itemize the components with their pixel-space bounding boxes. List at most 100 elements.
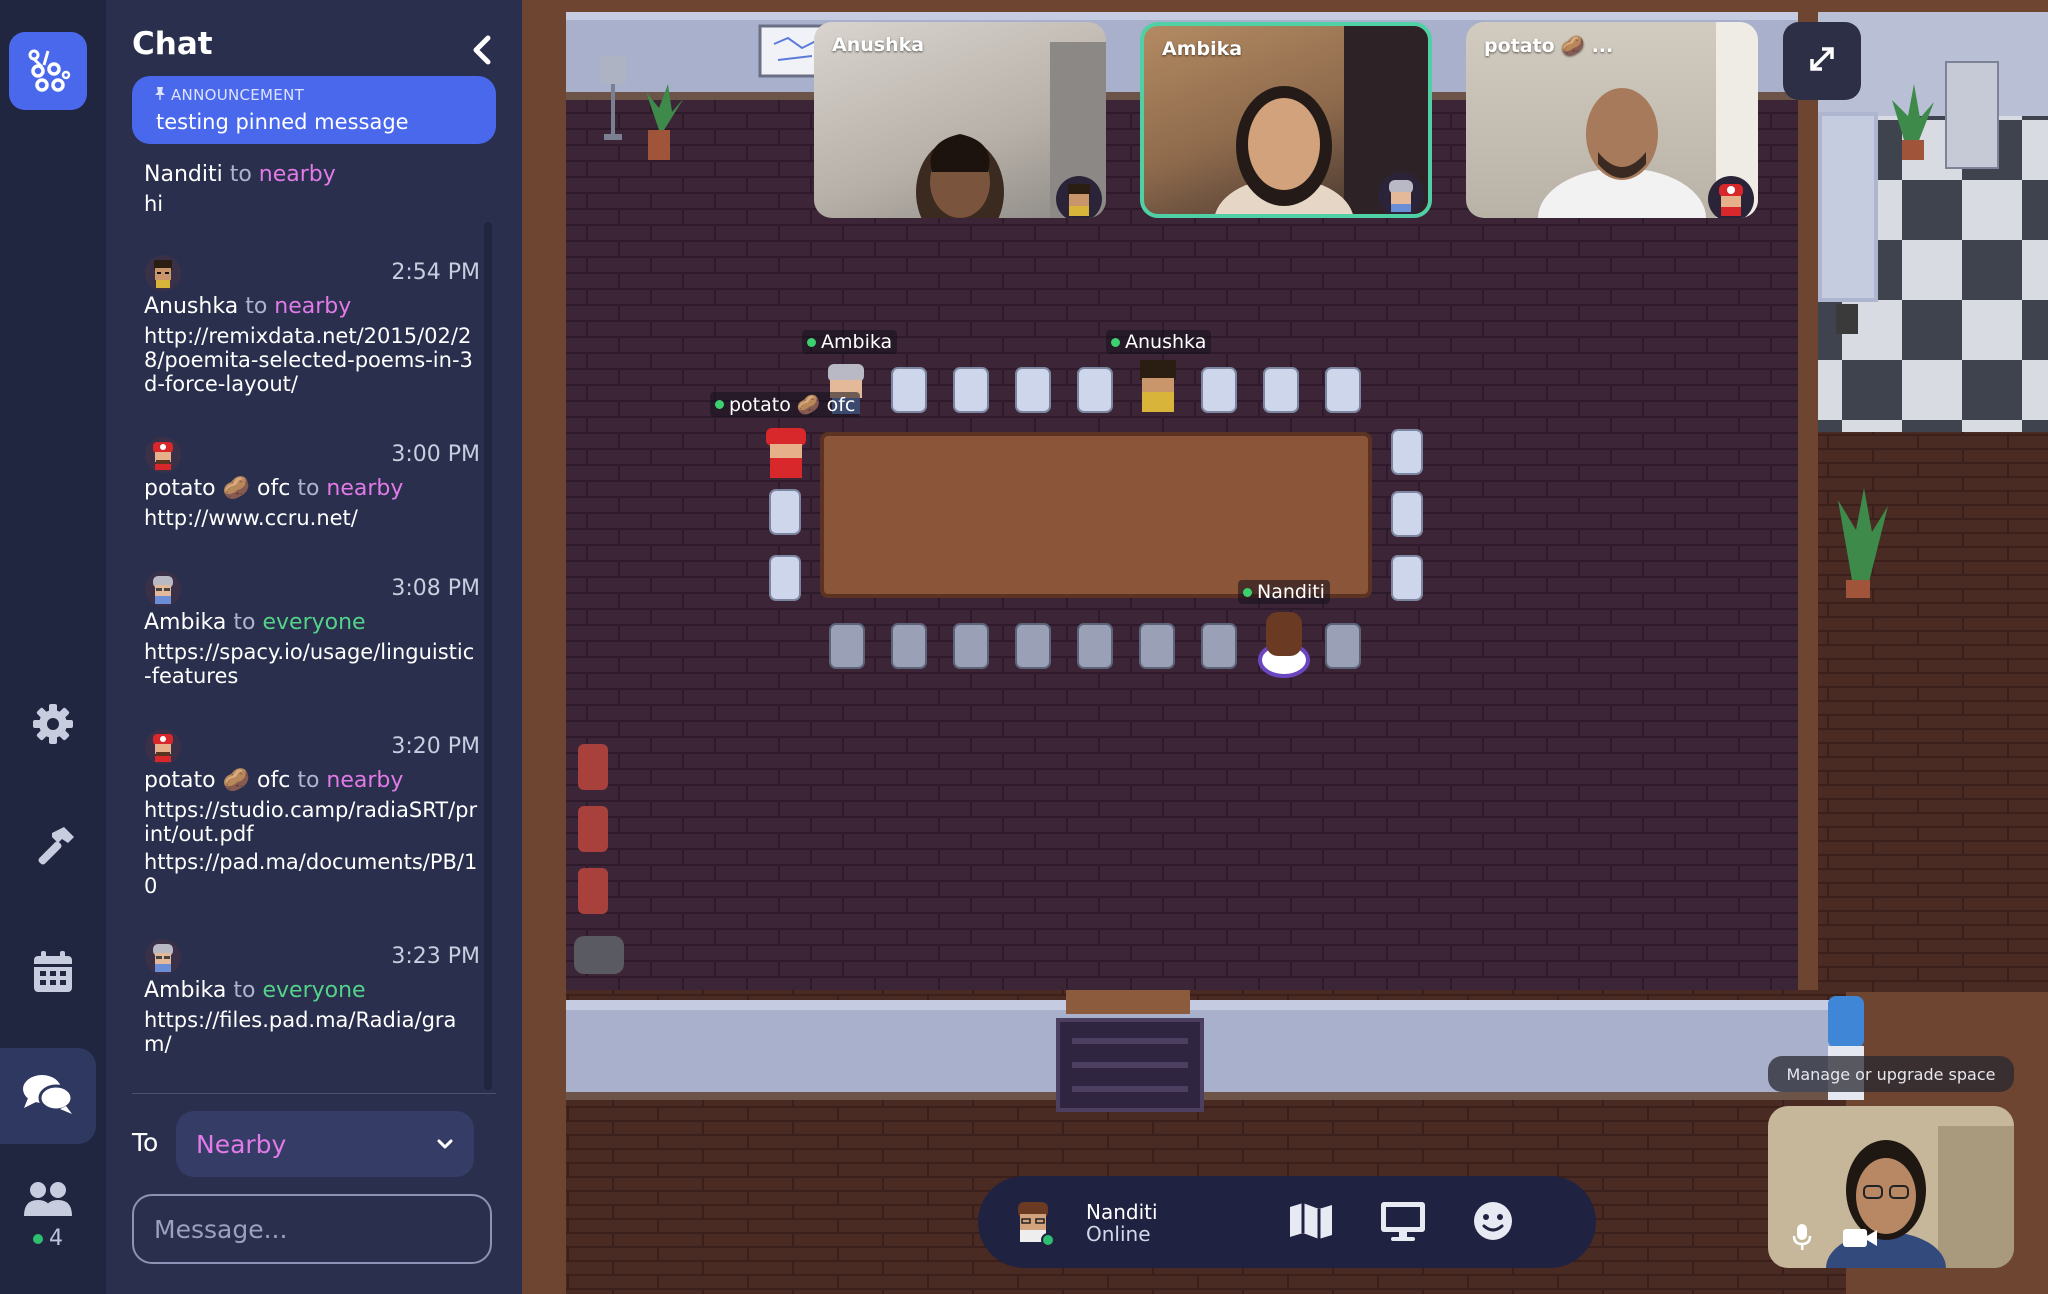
player-name: Anushka bbox=[1125, 331, 1207, 353]
message-sender-line: Ambika to everyone bbox=[144, 976, 480, 1006]
message-target: nearby bbox=[274, 294, 352, 319]
player-tag-potato[interactable]: potato 🥔 ofc bbox=[710, 392, 861, 417]
announcement-text: testing pinned message bbox=[156, 110, 409, 134]
announcement-label: ANNOUNCEMENT bbox=[154, 86, 304, 104]
player-tag-ambika[interactable]: Ambika bbox=[802, 330, 898, 354]
message-link[interactable]: http://remixdata.net/2015/02/28/poemita-… bbox=[144, 324, 480, 396]
player-name: Nanditi bbox=[1257, 581, 1325, 603]
message-sender-line: potato 🥔 ofc to nearby bbox=[144, 474, 480, 504]
message-time: 2:54 PM bbox=[391, 260, 480, 285]
avatar bbox=[144, 436, 182, 474]
message-sender: potato 🥔 ofc bbox=[144, 476, 291, 501]
avatar[interactable] bbox=[1012, 1200, 1055, 1247]
message-body: https://studio.camp/radiaSRT/print/out.p… bbox=[144, 798, 480, 898]
avatar bbox=[1378, 172, 1424, 214]
message-input[interactable] bbox=[132, 1194, 492, 1264]
message-body: http://www.ccru.net/ bbox=[144, 506, 480, 530]
game-view[interactable]: Ambika Anushka potato 🥔 ofc Nanditi Anus… bbox=[522, 0, 2048, 1294]
message-link[interactable]: https://studio.camp/radiaSRT/print/out.p… bbox=[144, 798, 480, 846]
map-button[interactable] bbox=[1286, 1198, 1336, 1248]
message-body: http://remixdata.net/2015/02/28/poemita-… bbox=[144, 324, 480, 396]
build-tools-button[interactable] bbox=[0, 822, 106, 878]
chevron-down-icon bbox=[434, 1133, 456, 1159]
message-link[interactable]: http://www.ccru.net/ bbox=[144, 506, 480, 530]
message-link[interactable]: https://pad.ma/documents/PB/10 bbox=[144, 850, 480, 898]
avatar bbox=[144, 570, 182, 608]
player-tag-anushka[interactable]: Anushka bbox=[1106, 330, 1212, 354]
bottom-toolbar: Nanditi Online bbox=[978, 1176, 1596, 1268]
chat-divider bbox=[132, 1093, 496, 1094]
hammer-icon bbox=[28, 823, 78, 877]
message-link[interactable]: https://spacy.io/usage/linguistic-featur… bbox=[144, 640, 480, 688]
message-link[interactable]: https://files.pad.ma/Radia/gram/ bbox=[144, 1008, 480, 1056]
participants-button[interactable]: 4 bbox=[0, 1180, 96, 1251]
settings-button[interactable] bbox=[0, 700, 106, 752]
message-text: hi bbox=[144, 192, 164, 216]
gear-icon bbox=[31, 702, 75, 750]
expand-icon bbox=[1802, 39, 1842, 83]
people-icon bbox=[22, 1180, 74, 1222]
video-name: Ambika bbox=[1162, 38, 1243, 60]
online-dot bbox=[715, 400, 724, 409]
camera-icon[interactable] bbox=[1842, 1226, 1878, 1254]
message-body: https://files.pad.ma/Radia/gram/ bbox=[144, 1008, 480, 1056]
announcement-label-text: ANNOUNCEMENT bbox=[171, 86, 305, 104]
user-status[interactable]: Online bbox=[1086, 1222, 1151, 1246]
message-time: 3:08 PM bbox=[391, 576, 480, 601]
message-sender: Anushka bbox=[144, 294, 239, 319]
message-sender-line: Ambika to everyone bbox=[144, 608, 480, 638]
chat-title: Chat bbox=[132, 26, 213, 62]
video-tile-anushka[interactable]: Anushka bbox=[814, 22, 1106, 218]
message-to: to bbox=[233, 610, 256, 635]
message-header: 3:23 PM bbox=[144, 936, 480, 976]
pin-icon bbox=[154, 86, 166, 104]
message-to: to bbox=[229, 162, 252, 187]
chevron-left-icon bbox=[462, 35, 502, 74]
calendar-button[interactable] bbox=[0, 948, 106, 1000]
screen-share-button[interactable] bbox=[1378, 1198, 1428, 1248]
collapse-chat-button[interactable] bbox=[462, 30, 502, 70]
chat-message: 2:54 PM Anushka to nearby http://remixda… bbox=[144, 252, 480, 396]
emoji-button[interactable] bbox=[1468, 1198, 1518, 1248]
video-tile-potato[interactable]: potato 🥔 ... bbox=[1466, 22, 1758, 218]
chat-message: 3:23 PM Ambika to everyone https://files… bbox=[144, 936, 480, 1056]
message-target: everyone bbox=[262, 978, 366, 1003]
message-time: 3:23 PM bbox=[391, 944, 480, 969]
expand-videos-button[interactable] bbox=[1783, 22, 1861, 100]
online-dot bbox=[1243, 587, 1252, 597]
map-icon bbox=[1288, 1201, 1334, 1245]
message-sender-line: potato 🥔 ofc to nearby bbox=[144, 766, 480, 796]
message-body: hi bbox=[144, 192, 480, 216]
message-to: to bbox=[245, 294, 268, 319]
chat-message: 3:20 PM potato 🥔 ofc to nearby https://s… bbox=[144, 726, 480, 898]
message-sender: Ambika bbox=[144, 610, 227, 635]
message-sender: Nanditi bbox=[144, 162, 223, 187]
message-list[interactable]: Nanditi to nearby hi 2:54 PM Anushka to … bbox=[144, 160, 480, 1090]
pinned-announcement[interactable]: ANNOUNCEMENT testing pinned message bbox=[132, 76, 496, 144]
avatar bbox=[144, 254, 182, 292]
message-target: nearby bbox=[326, 768, 404, 793]
screen-share-icon bbox=[1379, 1200, 1427, 1246]
message-target: everyone bbox=[262, 610, 366, 635]
self-video-tile[interactable] bbox=[1768, 1106, 2014, 1268]
chat-message: 3:00 PM potato 🥔 ofc to nearby http://ww… bbox=[144, 434, 480, 530]
player-tag-nanditi[interactable]: Nanditi bbox=[1238, 580, 1330, 604]
chat-panel: Chat ANNOUNCEMENT testing pinned message… bbox=[106, 0, 522, 1294]
video-tile-ambika[interactable]: Ambika bbox=[1140, 22, 1432, 218]
message-list-scrollbar[interactable] bbox=[484, 222, 492, 1090]
chat-message: Nanditi to nearby hi bbox=[144, 160, 480, 216]
message-time: 3:00 PM bbox=[391, 442, 480, 467]
message-to: to bbox=[297, 476, 320, 501]
gather-logo-icon[interactable] bbox=[9, 32, 87, 110]
chat-nav-button[interactable] bbox=[0, 1048, 96, 1144]
video-name: Anushka bbox=[832, 34, 925, 56]
message-header: 3:20 PM bbox=[144, 726, 480, 766]
recipient-select[interactable]: Nearby bbox=[176, 1111, 474, 1177]
message-header: 3:08 PM bbox=[144, 568, 480, 608]
avatar bbox=[1056, 176, 1102, 218]
mic-icon[interactable] bbox=[1792, 1222, 1812, 1256]
message-target: nearby bbox=[258, 162, 336, 187]
manage-space-button[interactable]: Manage or upgrade space bbox=[1768, 1056, 2014, 1092]
message-header: 3:00 PM bbox=[144, 434, 480, 474]
player-name: potato 🥔 ofc bbox=[729, 394, 856, 416]
